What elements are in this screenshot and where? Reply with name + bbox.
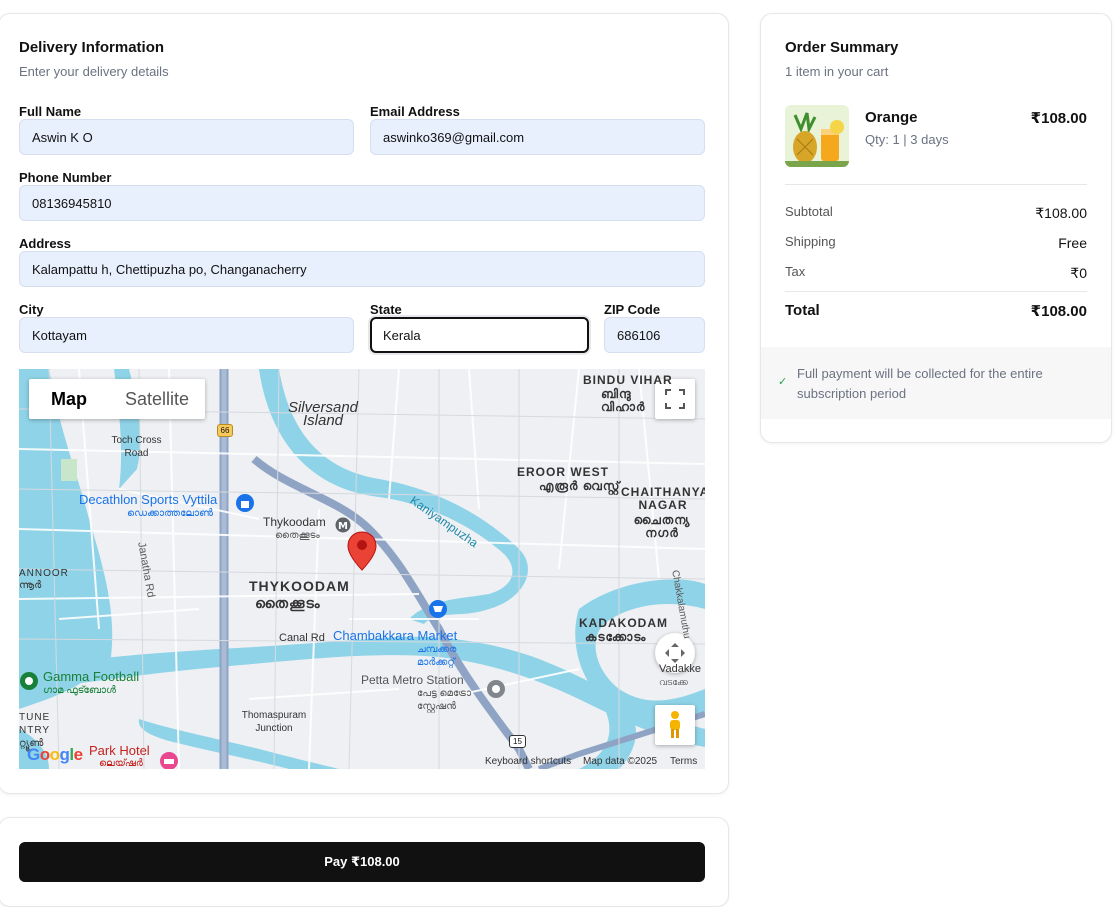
map-label-kadakodam: KADAKODAM	[579, 616, 668, 630]
payment-note-text: Full payment will be collected for the e…	[797, 366, 1043, 401]
map-label-thykoodam: THYKOODAM	[249, 578, 350, 594]
map-label-bindu-vihar: BINDU VIHAR	[583, 373, 673, 387]
street-view-button[interactable]	[655, 705, 695, 745]
phone-label: Phone Number	[19, 170, 112, 185]
map-label-annoor-ml: ന്നൂർ	[19, 580, 42, 591]
state-label: State	[370, 302, 402, 317]
keyboard-shortcuts-link[interactable]: Keyboard shortcuts	[485, 756, 571, 767]
map-label-canal-rd: Canal Rd	[279, 632, 325, 644]
route-66-shield: 66	[217, 424, 233, 437]
map-data-text: Map data ©2025	[583, 756, 658, 767]
tax-label: Tax	[785, 264, 806, 279]
subtotal-value: ₹108.00	[1035, 205, 1087, 221]
map-type-control: Map Satellite	[29, 379, 206, 419]
divider	[785, 291, 1087, 292]
map-label-thykoodam-metro: Thykoodam	[263, 515, 326, 529]
map-label-tune: TUNE NTRY	[19, 712, 51, 736]
delivery-title: Delivery Information	[19, 39, 165, 56]
map-label-petta: Petta Metro Station	[361, 673, 464, 687]
tax-value: ₹0	[1070, 265, 1087, 281]
terms-link[interactable]: Terms	[670, 756, 697, 767]
item-price: ₹108.00	[1030, 110, 1087, 127]
map-label-vadakke: Vadakke	[659, 663, 701, 675]
map-label-toch-cross: Toch Cross Road	[111, 435, 162, 459]
subtotal-label: Subtotal	[785, 204, 833, 219]
total-value: ₹108.00	[1030, 303, 1087, 320]
delivery-subtitle: Enter your delivery details	[19, 64, 169, 79]
city-label: City	[19, 302, 44, 317]
address-input[interactable]	[19, 251, 705, 287]
map-label-thykoodam-metro-ml: തൈക്കൂടം	[275, 530, 320, 541]
map-label-kadakodam-ml: കടക്കോടം	[585, 630, 647, 644]
email-label: Email Address	[370, 104, 460, 119]
item-qty: Qty: 1 | 3 days	[865, 132, 949, 147]
map-label-silversand: Silversand Island	[287, 399, 359, 429]
phone-input[interactable]	[19, 185, 705, 221]
fullscreen-icon	[665, 389, 685, 409]
map-label-decathlon-ml: ഡെക്കാത്തലോൺ	[127, 508, 214, 519]
map-label-thykoodam-ml: തൈക്കൂടം	[255, 595, 321, 611]
map-label-vadakke-ml: വടക്കേ	[659, 677, 688, 687]
move-arrows-icon	[665, 643, 685, 663]
map-label-park-hotel: Park Hotel	[89, 743, 150, 758]
payment-note: ✓ Full payment will be collected for the…	[761, 347, 1111, 419]
state-input[interactable]	[370, 317, 589, 353]
map-label-thomaspuram: Thomaspuram Junction	[241, 710, 307, 734]
total-label: Total	[785, 302, 820, 319]
check-icon: ✓	[778, 376, 788, 388]
map-label-bindu-vihar-ml: ബിന്ദു വിഹാർ	[601, 387, 646, 414]
delivery-map[interactable]: Map Satellite M 66 15 Silversand Island …	[19, 369, 705, 769]
map-type-satellite-button[interactable]: Satellite	[109, 379, 205, 419]
summary-subtitle: 1 item in your cart	[785, 64, 889, 79]
hotel-poi-icon[interactable]	[159, 751, 179, 769]
shipping-label: Shipping	[785, 234, 836, 249]
item-name: Orange	[865, 109, 918, 126]
delivery-card: Delivery Information Enter your delivery…	[0, 13, 729, 794]
zip-input[interactable]	[604, 317, 705, 353]
svg-text:M: M	[338, 521, 348, 532]
station-icon[interactable]	[486, 679, 506, 699]
map-label-chaithanya-ml: ചൈതന്യ നഗർ	[633, 513, 691, 540]
full-name-input[interactable]	[19, 119, 354, 155]
order-summary-card: Order Summary 1 item in your cart Orange…	[760, 13, 1112, 443]
shipping-value: Free	[1058, 235, 1087, 251]
map-label-gamma-ml: ഗാമ ഫുട്ബോൾ	[43, 685, 117, 696]
map-label-eroor-west: EROOR WEST	[517, 465, 610, 479]
location-pin-icon[interactable]	[347, 531, 377, 571]
map-label-chambakkara-ml: ചമ്പക്കര മാർക്കറ്റ്	[417, 644, 457, 668]
route-15-shield: 15	[509, 735, 526, 748]
google-logo: Google	[27, 745, 83, 764]
map-label-chaithanya: CHAITHANYA NAGAR	[621, 485, 705, 512]
divider	[785, 184, 1087, 185]
address-label: Address	[19, 236, 72, 251]
email-input[interactable]	[370, 119, 705, 155]
market-cart-icon[interactable]	[428, 599, 448, 619]
map-label-eroor-west-ml: എരൂർ വെസ്റ്റ്	[539, 479, 621, 493]
map-label-chambakkara: Chambakkara Market	[333, 628, 458, 643]
zip-label: ZIP Code	[604, 302, 661, 317]
pegman-icon	[670, 711, 680, 738]
map-type-map-button[interactable]: Map	[29, 379, 109, 419]
shopping-poi-icon[interactable]	[235, 493, 255, 513]
map-label-park-hotel-ml: ലെയ്ഷർ	[99, 758, 143, 769]
summary-title: Order Summary	[785, 39, 899, 56]
full-name-label: Full Name	[19, 104, 82, 119]
map-label-petta-ml: പേട്ട മെട്രോ സ്റ്റേഷൻ	[417, 688, 472, 712]
map-label-decathlon: Decathlon Sports Vyttila	[79, 492, 218, 507]
metro-icon[interactable]: M	[335, 517, 351, 533]
city-input[interactable]	[19, 317, 354, 353]
sports-poi-icon[interactable]	[19, 671, 39, 691]
product-image	[785, 105, 849, 167]
map-label-gamma: Gamma Football	[43, 669, 140, 684]
pay-button[interactable]: Pay ₹108.00	[19, 842, 705, 882]
